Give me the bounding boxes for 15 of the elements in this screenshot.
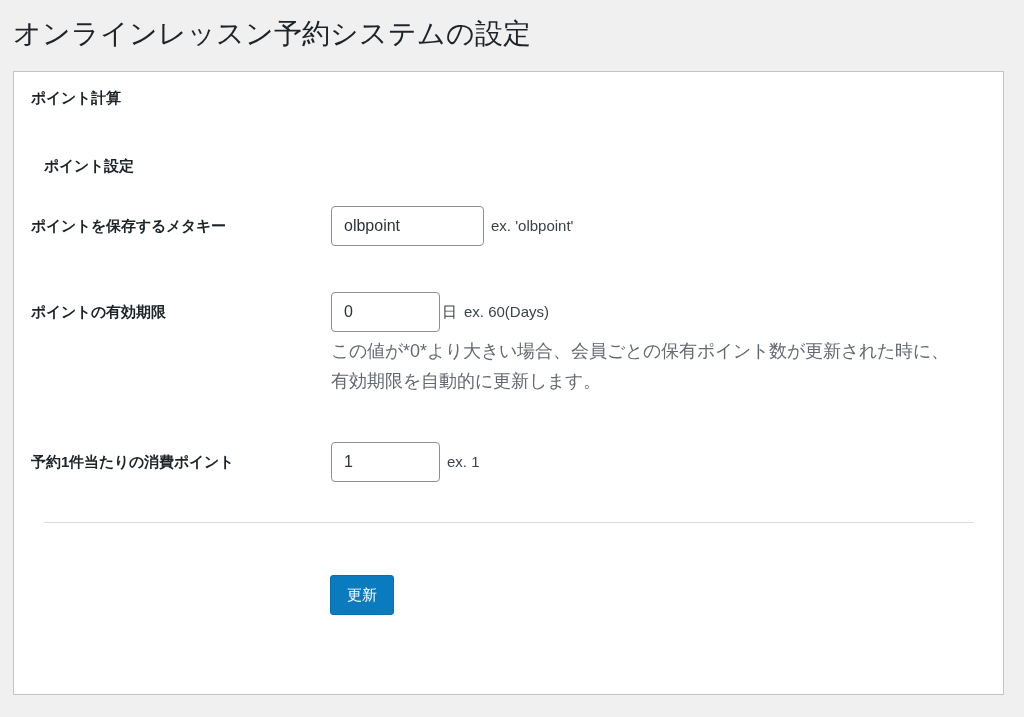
- input-field[interactable]: 0: [331, 292, 440, 332]
- input-field[interactable]: 1: [331, 442, 440, 482]
- field-label: 予約1件当たりの消費ポイント: [31, 453, 235, 470]
- update-button[interactable]: 更新: [330, 575, 394, 615]
- section-title: ポイント計算: [31, 88, 121, 108]
- hint-text: ex. 'olbpoint': [491, 215, 574, 236]
- hint-text: ex. 60(Days): [464, 301, 550, 322]
- subsection-title: ポイント設定: [44, 156, 134, 176]
- input-field[interactable]: olbpoint: [331, 206, 484, 246]
- hint-text: ex. 1: [447, 451, 480, 472]
- field-label: ポイントの有効期限: [31, 303, 166, 320]
- page-title: オンラインレッスン予約システムの設定: [13, 17, 531, 51]
- description-text: この値が*0*より大きい場合、会員ごとの保有ポイント数が更新された時に、有効期限を自動的に更新します。: [331, 340, 951, 393]
- field-label: ポイントを保存するメタキー: [31, 217, 226, 234]
- unit-text: 日: [442, 301, 457, 322]
